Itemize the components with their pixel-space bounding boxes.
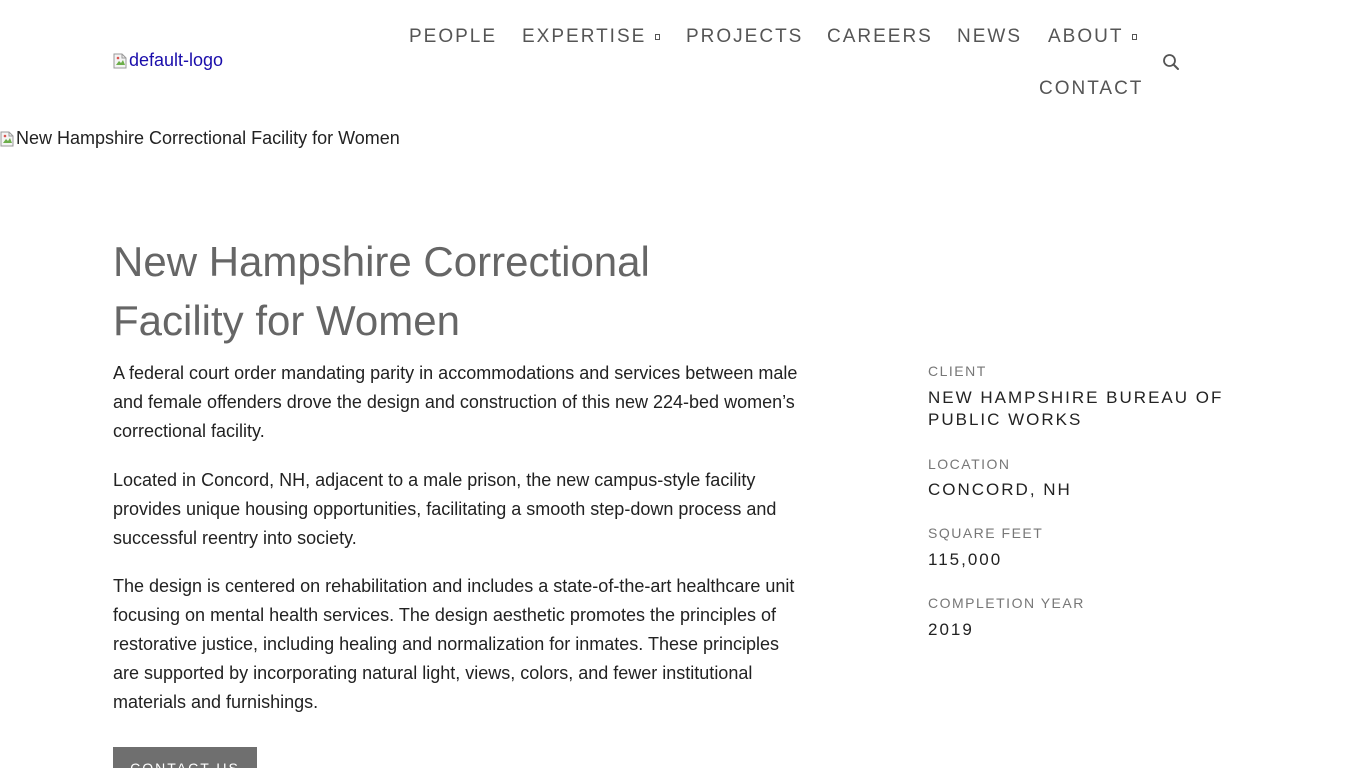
hero-image-alt-text: New Hampshire Correctional Facility for …	[16, 128, 400, 148]
site-logo-link[interactable]: default-logo	[113, 50, 223, 71]
completion-year-label: COMPLETION YEAR	[928, 595, 1085, 611]
contact-us-button[interactable]: CONTACT US	[113, 747, 257, 768]
broken-image-icon	[0, 131, 14, 147]
square-feet-label: SQUARE FEET	[928, 525, 1044, 541]
project-paragraph: A federal court order mandating parity i…	[113, 363, 798, 441]
client-value: NEW HAMPSHIRE BUREAU OF PUBLIC WORKS	[928, 388, 1224, 429]
client-label: CLIENT	[928, 363, 987, 379]
nav-about[interactable]: ABOUT	[1048, 26, 1138, 47]
nav-projects[interactable]: PROJECTS	[686, 27, 803, 46]
nav-people[interactable]: PEOPLE	[409, 27, 497, 46]
location-value: CONCORD, NH	[928, 480, 1072, 499]
search-icon[interactable]	[1162, 53, 1180, 71]
page: default-logo PEOPLE EXPERTISE PROJECTS C…	[0, 0, 1366, 768]
nav-expertise-label: EXPERTISE	[522, 26, 647, 47]
hero-image: New Hampshire Correctional Facility for …	[0, 128, 400, 149]
chevron-down-icon	[1132, 33, 1138, 40]
nav-contact[interactable]: CONTACT	[1039, 79, 1143, 98]
nav-about-label: ABOUT	[1048, 26, 1124, 47]
project-paragraph: Located in Concord, NH, adjacent to a ma…	[113, 470, 777, 548]
logo-alt-text: default-logo	[129, 50, 224, 70]
nav-expertise[interactable]: EXPERTISE	[522, 26, 661, 47]
location-label: LOCATION	[928, 456, 1011, 472]
completion-year-value: 2019	[928, 620, 974, 639]
page-title: New Hampshire Correctional Facility for …	[113, 238, 650, 344]
square-feet-value: 115,000	[928, 550, 1003, 569]
nav-careers[interactable]: CAREERS	[827, 27, 933, 46]
broken-image-icon	[113, 53, 127, 69]
project-paragraph: The design is centered on rehabilitation…	[113, 576, 795, 712]
nav-news[interactable]: NEWS	[957, 27, 1022, 46]
chevron-down-icon	[655, 33, 661, 40]
